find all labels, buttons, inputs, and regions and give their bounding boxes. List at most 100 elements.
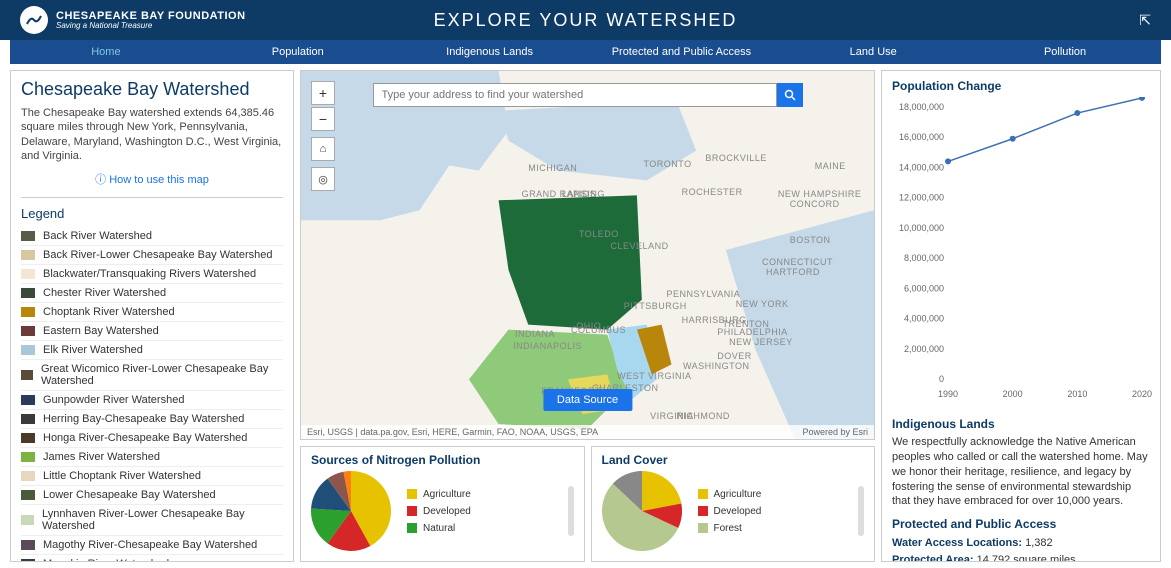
pie-swatch: [698, 506, 708, 516]
map-label: Toronto: [643, 159, 691, 169]
map-powered-by: Powered by Esri: [802, 427, 868, 437]
population-line-chart: 02,000,0004,000,0006,000,0008,000,00010,…: [892, 97, 1152, 407]
legend-swatch: [21, 370, 33, 380]
app-title: EXPLORE YOUR WATERSHED: [434, 10, 738, 31]
svg-text:12,000,000: 12,000,000: [899, 193, 944, 203]
legend-swatch: [21, 345, 35, 355]
nav-home[interactable]: Home: [10, 40, 202, 64]
map-label: Boston: [790, 235, 831, 245]
stat-value: 14,792 square miles: [977, 554, 1076, 562]
map-label: Toledo: [579, 229, 619, 239]
map-label: Washington: [683, 361, 750, 371]
legend-label: Little Choptank River Watershed: [43, 470, 201, 482]
pie-legend-label: Developed: [714, 506, 762, 517]
nav-indigenous-lands[interactable]: Indigenous Lands: [394, 40, 586, 64]
legend-item: Chester River Watershed: [21, 284, 283, 303]
nitrogen-chart-card: Sources of Nitrogen Pollution Agricultur…: [300, 446, 585, 562]
map-label: WEST VIRGINIA: [617, 371, 691, 381]
pie-swatch: [407, 506, 417, 516]
pie-legend-item: Agriculture: [407, 489, 471, 500]
stat-value: 1,382: [1025, 537, 1053, 549]
scroll-indicator[interactable]: [858, 486, 864, 536]
nav-pollution[interactable]: Pollution: [969, 40, 1161, 64]
nav-land-use[interactable]: Land Use: [777, 40, 969, 64]
pie-legend-item: Developed: [698, 506, 762, 517]
map-label: CONNECTICUT: [762, 257, 833, 267]
sidebar-description: The Chesapeake Bay watershed extends 64,…: [21, 106, 283, 163]
legend-item: Manokin River Watershed: [21, 555, 283, 562]
search-input[interactable]: [373, 83, 777, 107]
legend-label: Back River Watershed: [43, 230, 152, 242]
legend-label: Herring Bay-Chesapeake Bay Watershed: [43, 413, 244, 425]
zoom-out-button[interactable]: −: [311, 107, 335, 131]
pie-legend-item: Developed: [407, 506, 471, 517]
legend-swatch: [21, 326, 35, 336]
legend-label: Blackwater/Transquaking Rivers Watershed: [43, 268, 256, 280]
stat-line: Protected Area: 14,792 square miles: [892, 552, 1150, 562]
legend-item: Great Wicomico River-Lower Chesapeake Ba…: [21, 360, 283, 391]
indigenous-text: We respectfully acknowledge the Native A…: [892, 435, 1150, 509]
svg-text:2020: 2020: [1132, 389, 1152, 399]
svg-text:10,000,000: 10,000,000: [899, 223, 944, 233]
zoom-in-button[interactable]: +: [311, 81, 335, 105]
stat-label: Protected Area:: [892, 554, 974, 562]
protected-title: Protected and Public Access: [892, 517, 1150, 531]
indigenous-title: Indigenous Lands: [892, 417, 1150, 431]
map-label: Indianapolis: [513, 341, 582, 351]
pie-swatch: [698, 523, 708, 533]
legend-label: Magothy River-Chesapeake Bay Watershed: [43, 539, 257, 551]
map-label: Columbus: [571, 325, 626, 335]
nitrogen-title: Sources of Nitrogen Pollution: [311, 453, 574, 467]
legend-swatch: [21, 559, 35, 562]
map-label: Cleveland: [611, 241, 669, 251]
map-label: NEW HAMPSHIRE: [778, 189, 862, 199]
map-label: NEW JERSEY: [729, 337, 793, 347]
legend-swatch: [21, 540, 35, 550]
locate-button[interactable]: ◎: [311, 167, 335, 191]
legend-item: Lynnhaven River-Lower Chesapeake Bay Wat…: [21, 505, 283, 536]
legend-label: Back River-Lower Chesapeake Bay Watershe…: [43, 249, 272, 261]
pie-legend-item: Natural: [407, 523, 471, 534]
legend-item: Magothy River-Chesapeake Bay Watershed: [21, 536, 283, 555]
legend-item: Back River-Lower Chesapeake Bay Watershe…: [21, 246, 283, 265]
legend-swatch: [21, 395, 35, 405]
legend-label: Honga River-Chesapeake Bay Watershed: [43, 432, 247, 444]
legend-item: Elk River Watershed: [21, 341, 283, 360]
map-label: Brockville: [705, 153, 767, 163]
legend-label: Gunpowder River Watershed: [43, 394, 184, 406]
pie-legend-label: Forest: [714, 523, 742, 534]
map[interactable]: MICHIGANLansingGrand RapidsTorontoRoches…: [300, 70, 875, 440]
pie-legend-label: Agriculture: [423, 489, 471, 500]
nav-population[interactable]: Population: [202, 40, 394, 64]
legend-label: Eastern Bay Watershed: [43, 325, 159, 337]
legend-swatch: [21, 269, 35, 279]
legend-item: Little Choptank River Watershed: [21, 467, 283, 486]
nav-protected-and-public-access[interactable]: Protected and Public Access: [585, 40, 777, 64]
home-button[interactable]: ⌂: [311, 137, 335, 161]
share-icon[interactable]: ⇱: [1139, 12, 1151, 29]
legend-swatch: [21, 490, 35, 500]
data-source-button[interactable]: Data Source: [543, 389, 632, 411]
nav-bar: HomePopulationIndigenous LandsProtected …: [10, 40, 1161, 64]
legend-swatch: [21, 250, 35, 260]
svg-text:2,000,000: 2,000,000: [904, 344, 944, 354]
howto-link[interactable]: How to use this map: [21, 171, 283, 187]
legend-item: Herring Bay-Chesapeake Bay Watershed: [21, 410, 283, 429]
legend-label: James River Watershed: [43, 451, 160, 463]
org-name: CHESAPEAKE BAY FOUNDATION: [56, 10, 246, 22]
org-tagline: Saving a National Treasure: [56, 22, 246, 31]
search-button[interactable]: [777, 83, 803, 107]
pie-legend-label: Natural: [423, 523, 455, 534]
svg-text:2000: 2000: [1003, 389, 1023, 399]
scroll-indicator[interactable]: [568, 486, 574, 536]
map-label: Concord: [790, 199, 840, 209]
legend-label: Lower Chesapeake Bay Watershed: [43, 489, 216, 501]
map-label: PENNSYLVANIA: [667, 289, 741, 299]
svg-text:16,000,000: 16,000,000: [899, 132, 944, 142]
legend-label: Chester River Watershed: [43, 287, 166, 299]
pie-legend-item: Forest: [698, 523, 762, 534]
svg-text:4,000,000: 4,000,000: [904, 314, 944, 324]
nitrogen-pie: [311, 471, 391, 551]
pie-legend-label: Agriculture: [714, 489, 762, 500]
header: CHESAPEAKE BAY FOUNDATION Saving a Natio…: [0, 0, 1171, 40]
